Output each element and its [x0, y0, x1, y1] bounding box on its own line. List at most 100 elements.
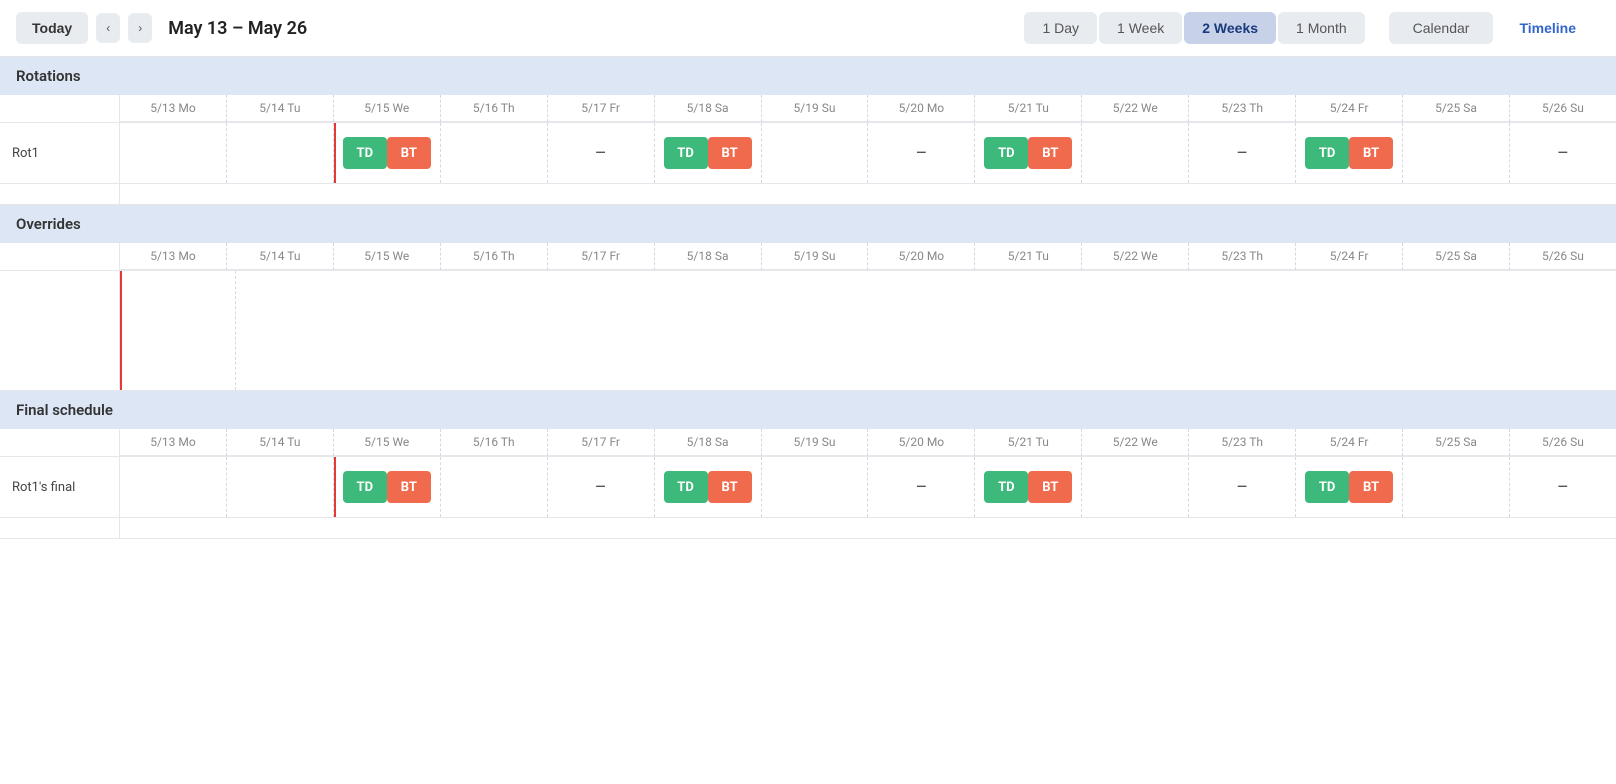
final-days-header: 5/13 Mo 5/14 Tu 5/15 We 5/16 Th 5/17 Fr …	[120, 429, 1616, 456]
view-2weeks[interactable]: 2 Weeks	[1184, 12, 1276, 44]
rot1-day-1	[227, 123, 334, 183]
rot1-day-11: TD BT	[1296, 123, 1403, 183]
rotations-section: Rotations 5/13 Mo 5/14 Tu 5/15 We 5/16 T…	[0, 57, 1616, 205]
rf-td-2[interactable]: TD	[984, 471, 1028, 503]
next-button[interactable]: ›	[128, 13, 152, 43]
rf-bt-3[interactable]: BT	[1349, 471, 1393, 503]
view-1week[interactable]: 1 Week	[1099, 12, 1182, 44]
rotations-header-row: 5/13 Mo 5/14 Tu 5/15 We 5/16 Th 5/17 Fr …	[0, 95, 1616, 123]
rf-shift-3: TD BT	[1305, 471, 1393, 503]
rot1-bt-3[interactable]: BT	[1349, 137, 1393, 169]
prev-button[interactable]: ‹	[96, 13, 120, 43]
rot1-day-12	[1403, 123, 1510, 183]
rf-td-3[interactable]: TD	[1305, 471, 1349, 503]
rf-day-1	[227, 457, 334, 517]
rotations-days-header: 5/13 Mo 5/14 Tu 5/15 We 5/16 Th 5/17 Fr …	[120, 95, 1616, 122]
day-header-9: 5/22 We	[1082, 95, 1189, 122]
rot1-day-9	[1082, 123, 1189, 183]
ov-day-header-4: 5/17 Fr	[548, 243, 655, 270]
final-grid: 5/13 Mo 5/14 Tu 5/15 We 5/16 Th 5/17 Fr …	[0, 429, 1616, 539]
day-header-4: 5/17 Fr	[548, 95, 655, 122]
rot1-bt-1[interactable]: BT	[708, 137, 752, 169]
rot1-td-3[interactable]: TD	[1305, 137, 1349, 169]
overrides-empty-row	[0, 271, 1616, 391]
ov-day-header-12: 5/25 Sa	[1403, 243, 1510, 270]
overrides-empty-label	[0, 271, 120, 390]
fs-day-header-8: 5/21 Tu	[975, 429, 1082, 456]
ov-day-header-10: 5/23 Th	[1189, 243, 1296, 270]
view-1month[interactable]: 1 Month	[1278, 12, 1365, 44]
view-group: 1 Day 1 Week 2 Weeks 1 Month	[1024, 12, 1364, 44]
mode-calendar[interactable]: Calendar	[1389, 12, 1494, 44]
rot1-bt-0[interactable]: BT	[387, 137, 431, 169]
rf-padding-days	[120, 518, 1616, 538]
toolbar: Today ‹ › May 13 – May 26 1 Day 1 Week 2…	[0, 0, 1616, 57]
rf-day-0	[120, 457, 227, 517]
ov-today-col	[120, 271, 236, 390]
fs-day-header-6: 5/19 Su	[762, 429, 869, 456]
schedule-container: Rotations 5/13 Mo 5/14 Tu 5/15 We 5/16 T…	[0, 57, 1616, 539]
rf-day-5: TD BT	[655, 457, 762, 517]
rot1-day-13: –	[1510, 123, 1616, 183]
rot1-shift-0: TD BT	[343, 137, 431, 169]
rf-day-13: –	[1510, 457, 1616, 517]
rf-bt-0[interactable]: BT	[387, 471, 431, 503]
rot1-day-2: TD BT	[334, 123, 441, 183]
day-header-6: 5/19 Su	[762, 95, 869, 122]
rot1-td-2[interactable]: TD	[984, 137, 1028, 169]
day-header-12: 5/25 Sa	[1403, 95, 1510, 122]
overrides-grid: 5/13 Mo 5/14 Tu 5/15 We 5/16 Th 5/17 Fr …	[0, 243, 1616, 391]
rot1-td-0[interactable]: TD	[343, 137, 387, 169]
final-label-header	[0, 429, 120, 456]
rot1-day-7: –	[868, 123, 975, 183]
rot1-day-8: TD BT	[975, 123, 1082, 183]
ov-day-header-5: 5/18 Sa	[655, 243, 762, 270]
mode-group: Calendar Timeline	[1389, 12, 1600, 44]
overrides-empty-days	[120, 271, 1616, 390]
rotations-label-header	[0, 95, 120, 122]
rot1-day-4: –	[548, 123, 655, 183]
today-line-final	[334, 457, 336, 517]
ov-day-header-11: 5/24 Fr	[1296, 243, 1403, 270]
rot1-day-5: TD BT	[655, 123, 762, 183]
rf-dash-3: –	[1557, 477, 1569, 498]
ov-day-header-3: 5/16 Th	[441, 243, 548, 270]
rot1-dash-0: –	[595, 143, 607, 164]
rot1-padding-day	[120, 184, 1616, 204]
rot1-dash-3: –	[1557, 143, 1569, 164]
rot1-padding-label	[0, 184, 120, 204]
rf-day-7: –	[868, 457, 975, 517]
ov-day-header-0: 5/13 Mo	[120, 243, 227, 270]
overrides-header: Overrides	[0, 205, 1616, 243]
ov-day-header-7: 5/20 Mo	[868, 243, 975, 270]
fs-day-header-0: 5/13 Mo	[120, 429, 227, 456]
rf-day-3	[441, 457, 548, 517]
rf-shift-1: TD BT	[664, 471, 752, 503]
overrides-section: Overrides 5/13 Mo 5/14 Tu 5/15 We 5/16 T…	[0, 205, 1616, 391]
rf-dash-2: –	[1236, 477, 1248, 498]
rf-padding-row	[0, 518, 1616, 539]
rf-bt-1[interactable]: BT	[708, 471, 752, 503]
ov-day-header-13: 5/26 Su	[1510, 243, 1616, 270]
rot1-bt-2[interactable]: BT	[1028, 137, 1072, 169]
rf-td-0[interactable]: TD	[343, 471, 387, 503]
mode-timeline[interactable]: Timeline	[1495, 12, 1600, 44]
rf-day-12	[1403, 457, 1510, 517]
ov-empty-days	[236, 271, 1616, 390]
view-1day[interactable]: 1 Day	[1024, 12, 1097, 44]
fs-day-header-3: 5/16 Th	[441, 429, 548, 456]
rf-dash-0: –	[595, 477, 607, 498]
rf-td-1[interactable]: TD	[664, 471, 708, 503]
date-range: May 13 – May 26	[168, 18, 307, 39]
rf-day-4: –	[548, 457, 655, 517]
rot1-day-6	[762, 123, 869, 183]
rf-bt-2[interactable]: BT	[1028, 471, 1072, 503]
day-header-2: 5/15 We	[334, 95, 441, 122]
rot1-td-1[interactable]: TD	[664, 137, 708, 169]
fs-day-header-1: 5/14 Tu	[227, 429, 334, 456]
today-button[interactable]: Today	[16, 12, 88, 44]
rotations-header: Rotations	[0, 57, 1616, 95]
rot1-row: Rot1 TD BT	[0, 123, 1616, 184]
rotations-grid: 5/13 Mo 5/14 Tu 5/15 We 5/16 Th 5/17 Fr …	[0, 95, 1616, 205]
fs-day-header-4: 5/17 Fr	[548, 429, 655, 456]
